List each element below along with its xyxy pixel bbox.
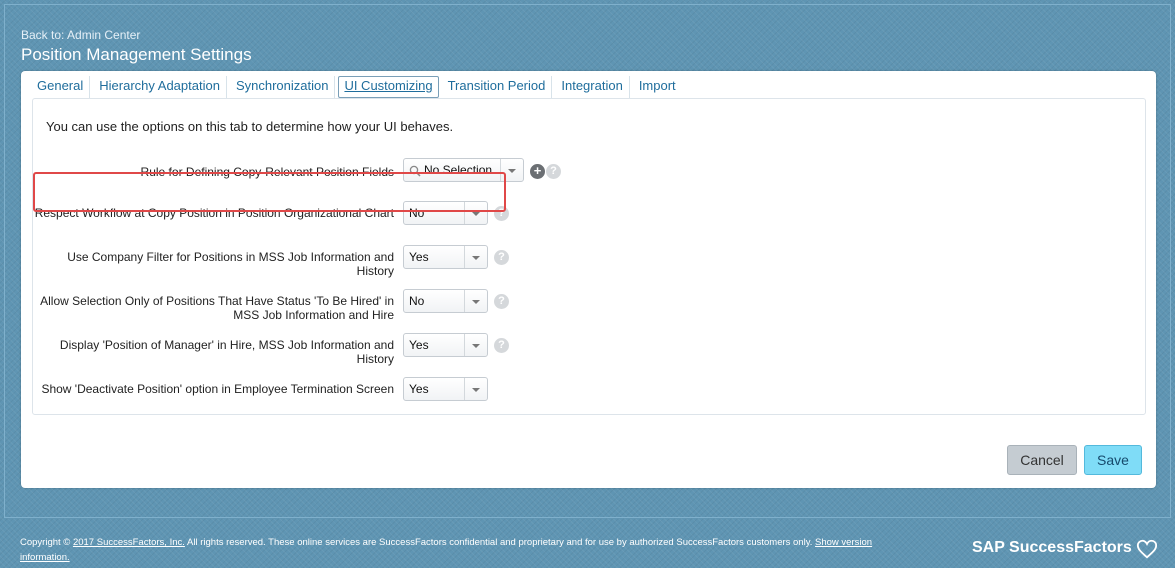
help-icon[interactable]: ? (494, 338, 509, 353)
settings-form: You can use the options on this tab to d… (32, 98, 1146, 415)
help-icon[interactable]: ? (494, 294, 509, 309)
select-value: Yes (409, 338, 429, 352)
copyright-prefix: Copyright © (20, 537, 71, 548)
rights-text: All rights reserved. These online servic… (187, 537, 813, 548)
heart-icon (1136, 539, 1158, 559)
select-value: Yes (409, 250, 429, 264)
add-icon[interactable]: + (530, 164, 545, 179)
highlight-box (33, 172, 506, 212)
company-link[interactable]: 2017 SuccessFactors, Inc. (73, 537, 185, 548)
back-link[interactable]: Back to: Admin Center (21, 28, 140, 42)
cancel-button[interactable]: Cancel (1007, 445, 1077, 475)
select-value: Yes (409, 382, 429, 396)
footer-text: Copyright © 2017 SuccessFactors, Inc. Al… (20, 535, 900, 565)
tab-ui-customizing[interactable]: UI Customizing (338, 76, 439, 98)
intro-text: You can use the options on this tab to d… (46, 119, 454, 134)
company-filter-select[interactable]: Yes (403, 245, 488, 269)
chevron-down-icon[interactable] (464, 334, 487, 356)
to-be-hired-select[interactable]: No (403, 289, 488, 313)
help-icon[interactable]: ? (494, 250, 509, 265)
setting-label-deactivate-position: Show 'Deactivate Position' option in Emp… (41, 382, 394, 396)
sap-successfactors-logo: SAP SuccessFactors (972, 539, 1132, 556)
help-icon[interactable]: ? (546, 164, 561, 179)
select-value: No (409, 294, 425, 308)
position-of-manager-select[interactable]: Yes (403, 333, 488, 357)
tab-general[interactable]: General (31, 76, 91, 98)
chevron-down-icon[interactable] (464, 378, 487, 400)
deactivate-position-select[interactable]: Yes (403, 377, 488, 401)
settings-panel: General Hierarchy Adaptation Synchroniza… (21, 71, 1156, 488)
tab-synchronization[interactable]: Synchronization (230, 76, 336, 98)
chevron-down-icon[interactable] (464, 246, 487, 268)
chevron-down-icon[interactable] (464, 290, 487, 312)
setting-label-position-of-manager: Display 'Position of Manager' in Hire, M… (59, 338, 394, 366)
tab-integration[interactable]: Integration (555, 76, 630, 98)
page-title: Position Management Settings (21, 45, 252, 64)
tab-bar: General Hierarchy Adaptation Synchroniza… (31, 76, 685, 98)
tab-transition-period[interactable]: Transition Period (442, 76, 553, 98)
setting-label-company-filter: Use Company Filter for Positions in MSS … (67, 250, 394, 278)
tab-hierarchy-adaptation[interactable]: Hierarchy Adaptation (93, 76, 227, 98)
tab-import[interactable]: Import (633, 76, 682, 98)
setting-label-to-be-hired: Allow Selection Only of Positions That H… (40, 294, 394, 322)
save-button[interactable]: Save (1084, 445, 1142, 475)
